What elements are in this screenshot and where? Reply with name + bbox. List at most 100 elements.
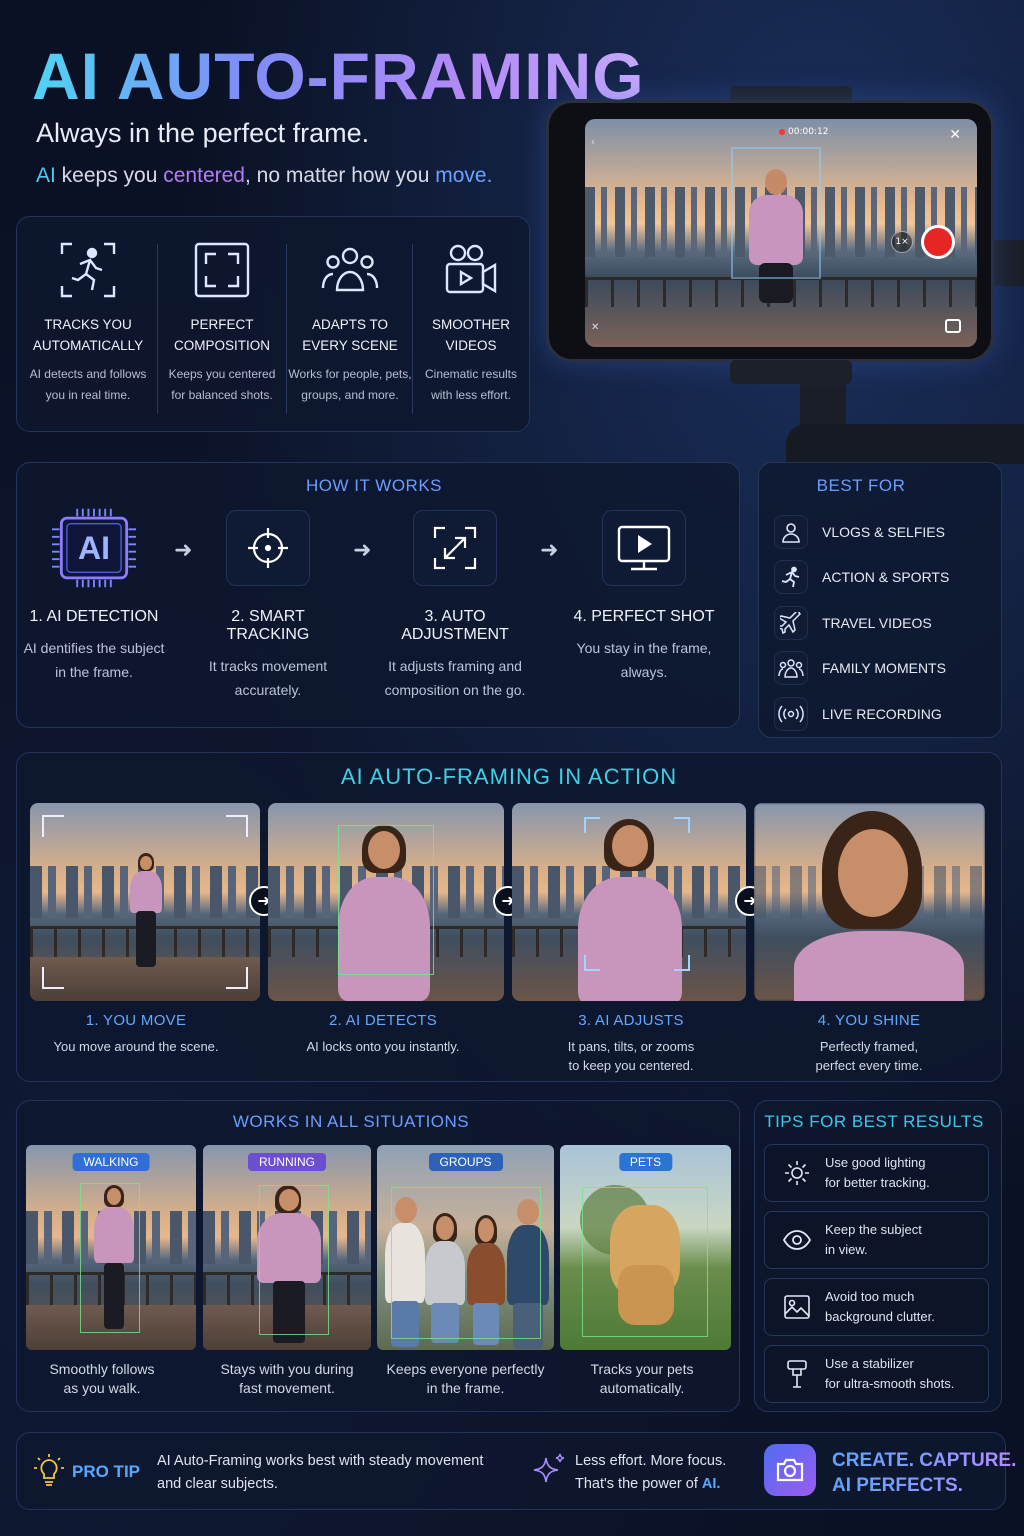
best-for-label: ACTION & SPORTS — [822, 569, 950, 585]
ai-chip-icon: AI — [52, 508, 136, 588]
tip-item: Keep the subject in view. — [764, 1211, 989, 1269]
action-photo-4 — [754, 803, 985, 1001]
feature-desc: AI detects and follows you in real time. — [29, 367, 147, 402]
tagline-text-1: keeps you — [55, 164, 164, 187]
image-icon — [777, 1294, 817, 1320]
caption-desc: AI locks onto you instantly. — [306, 1039, 460, 1054]
gimbal-base — [786, 424, 1024, 464]
step-desc: You stay in the frame, always. — [576, 640, 712, 680]
expand-icon — [413, 510, 497, 586]
person — [578, 819, 682, 1001]
feature-title: TRACKS YOU AUTOMATICALLY — [32, 317, 144, 353]
phone-clamp-bottom — [730, 360, 852, 384]
situation-caption: Stays with you during fast movement. — [220, 1361, 354, 1396]
step-desc: It tracks movement accurately. — [208, 658, 328, 698]
eye-icon — [777, 1229, 817, 1251]
family-icon — [774, 651, 808, 685]
feature-title: PERFECT COMPOSITION — [173, 317, 270, 353]
switch-camera-icon[interactable] — [945, 319, 961, 333]
tip-item: Use good lighting for better tracking. — [764, 1144, 989, 1202]
tip-text: Keep the subject in view. — [825, 1222, 922, 1257]
focus-line-2-prefix: That's the power of — [575, 1476, 702, 1492]
situation-tag: WALKING — [72, 1153, 150, 1171]
person-icon — [774, 515, 808, 549]
frame-icon — [194, 242, 250, 298]
caption-title: 1. YOU MOVE — [85, 1012, 187, 1029]
situation-caption: Keeps everyone perfectly in the frame. — [386, 1361, 545, 1396]
in-action-heading: AI AUTO-FRAMING IN ACTION — [340, 764, 678, 789]
focus-line-2: That's the power of AI. — [575, 1473, 726, 1496]
phone: 00:00:12 1× ✕ ‹ ✕ — [546, 100, 994, 362]
sparkle-icon — [530, 1452, 566, 1494]
cta-line-1: CREATE. CAPTURE. — [832, 1450, 1017, 1471]
page-subtitle: Always in the perfect frame. — [36, 118, 370, 148]
broadcast-icon — [774, 697, 808, 731]
phone-camera-viewfinder: 00:00:12 1× ✕ ‹ ✕ — [585, 119, 977, 347]
best-for-item: FAMILY MOMENTS — [774, 650, 984, 686]
cta-text: CREATE. CAPTURE. AI PERFECTS. — [832, 1448, 1016, 1498]
camera-app-icon[interactable] — [764, 1444, 816, 1496]
best-for-label: FAMILY MOMENTS — [822, 660, 946, 676]
settings-icon[interactable]: ✕ — [591, 322, 599, 333]
pro-tip-text: AI Auto-Framing works best with steady m… — [157, 1450, 483, 1496]
video-camera-icon — [445, 244, 497, 294]
situations-heading: WORKS IN ALL SITUATIONS — [232, 1112, 470, 1131]
feature-desc: Cinematic results with less effort. — [424, 367, 518, 402]
record-timer: 00:00:12 — [779, 127, 828, 137]
action-caption-3: 3. AI ADJUSTS It pans, tilts, or zooms t… — [516, 1012, 746, 1075]
tip-text: Use a stabilizer for ultra-smooth shots. — [825, 1356, 955, 1391]
action-caption-1: 1. YOU MOVE You move around the scene. — [21, 1012, 251, 1056]
feature-desc: Works for people, pets, groups, and more… — [288, 367, 412, 402]
step-title: 4. PERFECT SHOT — [573, 608, 715, 625]
step-title: 2. SMART TRACKING — [226, 608, 310, 643]
caption-title: 4. YOU SHINE — [817, 1012, 921, 1029]
best-for-label: TRAVEL VIDEOS — [822, 615, 932, 631]
action-photo-1 — [30, 803, 260, 1001]
stabilizer-icon — [777, 1359, 817, 1389]
ai-chip-label: AI — [78, 530, 110, 566]
tracking-frame — [731, 147, 821, 279]
action-photo-3 — [512, 803, 746, 1001]
airplane-icon — [774, 606, 808, 640]
step-ai-detection: AI 1. AI DETECTION AI dentifies the subj… — [14, 508, 174, 684]
pro-tip-line-2: and clear subjects. — [157, 1476, 278, 1492]
feature-desc: Keeps you centered for balanced shots. — [168, 367, 276, 402]
running-person-icon — [60, 242, 116, 298]
situation-walking: WALKING — [26, 1145, 196, 1350]
close-icon[interactable]: ✕ — [949, 127, 961, 143]
crosshair-icon — [226, 510, 310, 586]
situation-groups: GROUPS — [377, 1145, 554, 1350]
best-for-item: ACTION & SPORTS — [774, 559, 984, 595]
pro-tip-label: PRO TIP — [72, 1462, 141, 1481]
caption-title: 3. AI ADJUSTS — [578, 1012, 684, 1029]
tip-text: Avoid too much background clutter. — [825, 1289, 935, 1324]
best-for-label: LIVE RECORDING — [822, 706, 942, 722]
sun-icon — [777, 1159, 817, 1187]
arrow-icon: ➜ — [540, 538, 559, 563]
cta-line-2: AI PERFECTS. — [832, 1475, 963, 1496]
zoom-button[interactable]: 1× — [891, 231, 913, 253]
situation-tag: PETS — [618, 1153, 673, 1171]
best-for-item: VLOGS & SELFIES — [774, 514, 984, 550]
best-for-label: VLOGS & SELFIES — [822, 524, 945, 540]
action-caption-2: 2. AI DETECTS AI locks onto you instantl… — [268, 1012, 498, 1056]
step-desc: It adjusts framing and composition on th… — [384, 658, 526, 698]
situation-caption: Smoothly follows as you walk. — [49, 1361, 155, 1396]
caption-desc: It pans, tilts, or zooms to keep you cen… — [567, 1039, 695, 1073]
best-for-heading: BEST FOR — [816, 476, 906, 495]
tagline-ai: AI — [36, 164, 56, 187]
feature-smoother: SMOOTHER VIDEOS Cinematic results with l… — [408, 232, 534, 406]
situation-tag: RUNNING — [248, 1153, 326, 1171]
caption-desc: You move around the scene. — [53, 1039, 219, 1054]
tagline-text-2: , no matter how you — [244, 164, 436, 187]
record-button[interactable] — [921, 225, 955, 259]
pro-tip-line-1: AI Auto-Framing works best with steady m… — [157, 1453, 484, 1469]
arrow-icon: ➜ — [353, 538, 372, 563]
tagline-centered: centered — [163, 164, 245, 187]
step-perfect-shot: 4. PERFECT SHOT You stay in the frame, a… — [564, 510, 724, 684]
focus-text: Less effort. More focus. That's the powe… — [575, 1450, 726, 1496]
focus-line-1: Less effort. More focus. — [575, 1453, 727, 1469]
situation-caption: Tracks your pets automatically. — [590, 1361, 694, 1396]
back-icon[interactable]: ‹ — [591, 137, 595, 148]
tagline: AI keeps you centered, no matter how you… — [36, 164, 492, 188]
